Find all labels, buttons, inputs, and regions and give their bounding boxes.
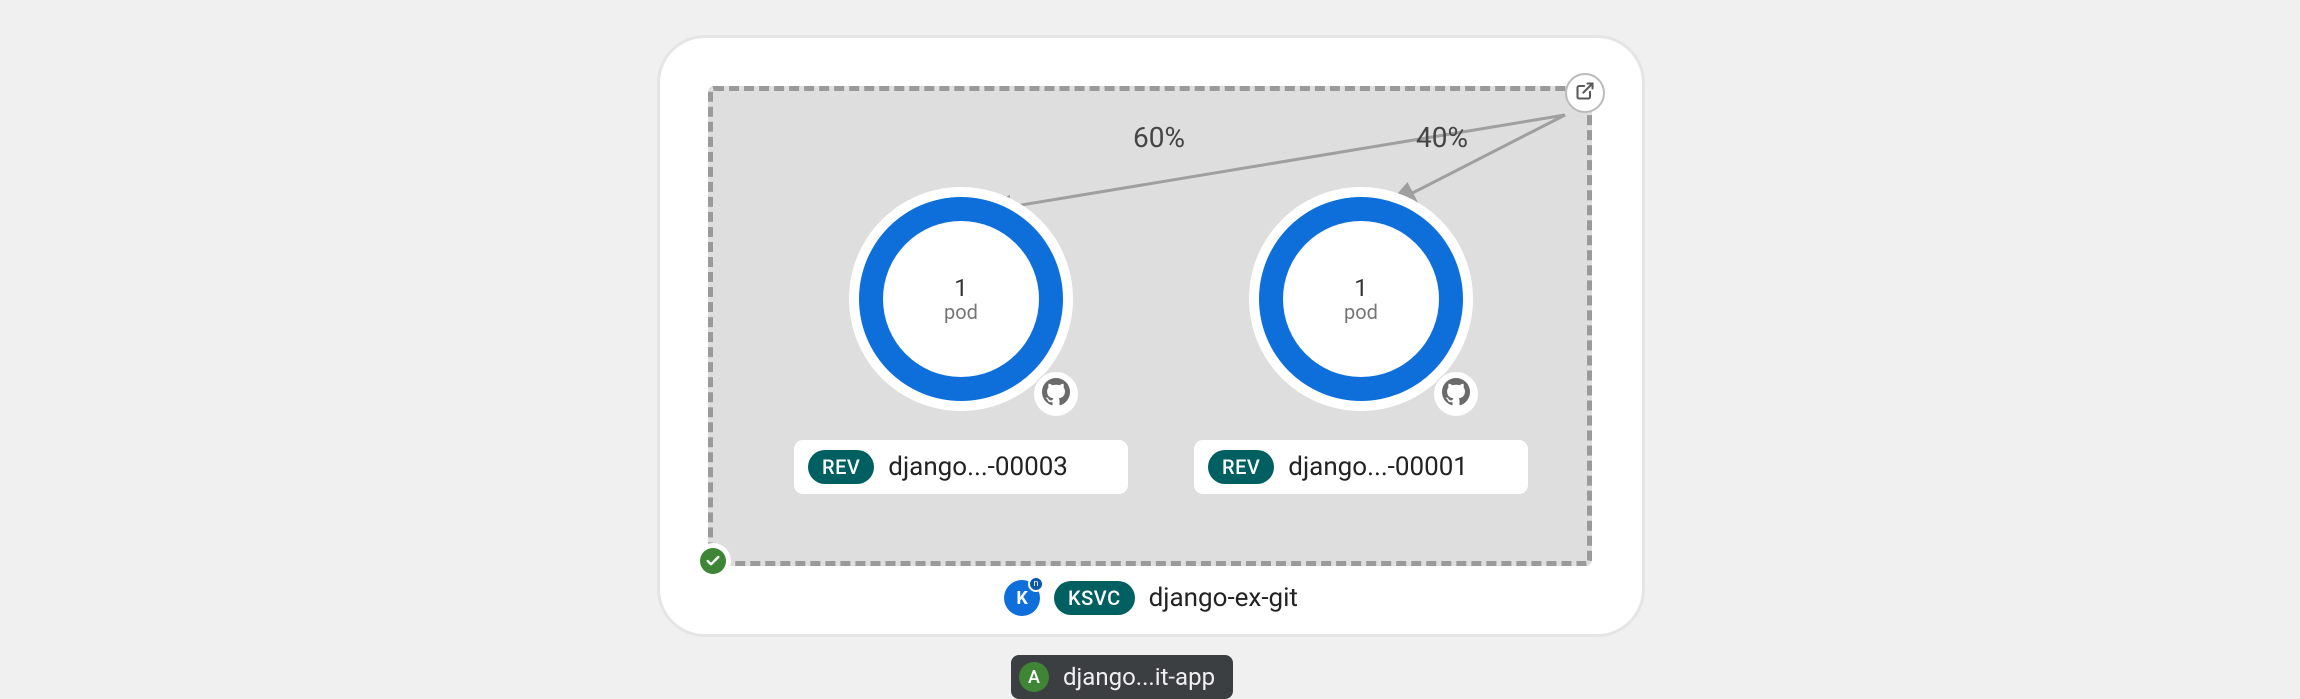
service-name: django-ex-git (1149, 583, 1298, 613)
application-letter-icon: A (1019, 662, 1049, 692)
kind-badge-rev: REV (1208, 450, 1274, 484)
traffic-percent-right: 40% (1416, 121, 1468, 154)
revision-label-chip[interactable]: REV django...-00003 (793, 439, 1129, 495)
github-icon (1442, 378, 1470, 410)
pod-ring[interactable]: 1 pod (1249, 187, 1473, 411)
knative-icon: K n (1004, 580, 1040, 616)
revision-name: django...-00001 (1288, 452, 1468, 482)
open-url-button[interactable] (1565, 73, 1605, 113)
revisions-group: 60% 40% 1 pod (708, 86, 1592, 566)
status-indicator (695, 543, 731, 579)
source-link-button[interactable] (1433, 371, 1479, 417)
service-card[interactable]: 60% 40% 1 pod (657, 35, 1645, 637)
revision-node[interactable]: 1 pod REV django...-00001 (1191, 187, 1531, 495)
revision-label-chip[interactable]: REV django...-00001 (1193, 439, 1529, 495)
revision-node[interactable]: 1 pod REV django...-00003 (791, 187, 1131, 495)
source-link-button[interactable] (1033, 371, 1079, 417)
pod-count: 1 (954, 274, 968, 302)
pod-ring[interactable]: 1 pod (849, 187, 1073, 411)
revision-name: django...-00003 (888, 452, 1068, 482)
kind-badge-ksvc: KSVC (1054, 581, 1135, 615)
github-icon (1042, 378, 1070, 410)
application-chip[interactable]: A django...it-app (1011, 655, 1233, 699)
check-icon (700, 548, 726, 574)
pod-unit: pod (944, 300, 978, 324)
external-link-icon (1575, 81, 1595, 105)
kind-badge-rev: REV (808, 450, 874, 484)
pod-count: 1 (1354, 274, 1368, 302)
pod-unit: pod (1344, 300, 1378, 324)
traffic-percent-left: 60% (1133, 121, 1185, 154)
service-label-row[interactable]: K n KSVC django-ex-git (660, 580, 1642, 616)
application-name: django...it-app (1063, 663, 1215, 691)
